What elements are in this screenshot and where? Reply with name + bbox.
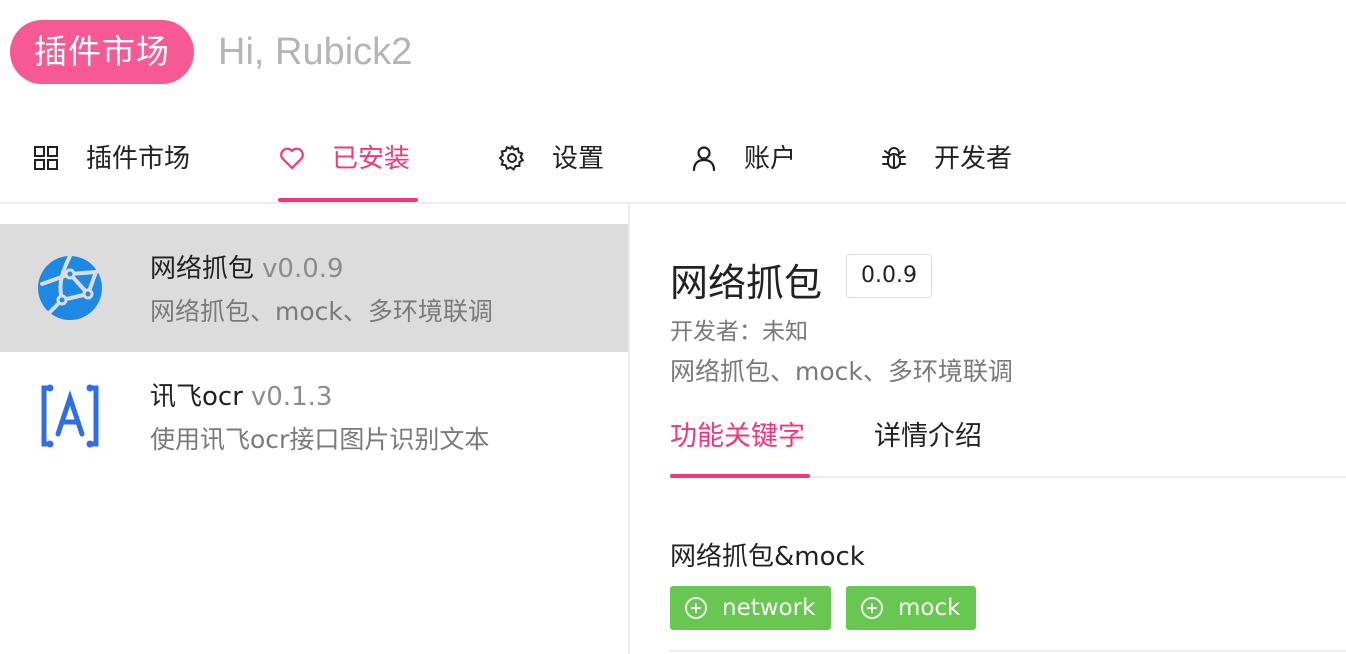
plugin-list-item[interactable]: 网络抓包 v0.0.9 网络抓包、mock、多环境联调: [0, 224, 628, 352]
feature-title: 网络抓包&mock: [670, 542, 865, 572]
plugin-name: 讯飞ocr: [150, 382, 243, 412]
plugin-version: v0.0.9: [262, 254, 344, 284]
keyword-tag-network[interactable]: network: [670, 586, 832, 630]
keyword-label: mock: [898, 595, 961, 621]
keyword-tag-mock[interactable]: mock: [846, 586, 977, 630]
plugin-description: 网络抓包、mock、多环境联调: [150, 297, 493, 326]
plugin-list-item[interactable]: 讯飞ocr v0.1.3 使用讯飞ocr接口图片识别文本: [0, 352, 628, 480]
user-greeting: Hi, Rubick2: [218, 31, 413, 73]
plugin-name: 网络抓包: [150, 254, 255, 284]
tab-details[interactable]: 详情介绍: [874, 414, 982, 453]
heart-icon: [278, 144, 306, 172]
nav-item-settings[interactable]: 设置: [498, 118, 604, 204]
plugin-version: v0.1.3: [250, 382, 333, 412]
active-tab-indicator: [670, 474, 810, 478]
plus-circle-icon: [684, 596, 708, 620]
section-divider: [670, 650, 1346, 652]
gear-icon: [498, 144, 526, 172]
app-logo: 插件市场: [10, 20, 194, 84]
nav-item-installed[interactable]: 已安装: [278, 118, 410, 204]
plugin-detail-title: 网络抓包: [670, 261, 823, 305]
nav-label: 开发者: [934, 144, 1013, 174]
network-globe-icon: [36, 254, 104, 322]
ocr-a-icon: [36, 382, 104, 450]
plugin-detail-pane: 网络抓包 0.0.9 开发者：未知 网络抓包、mock、多环境联调 功能关键字 …: [630, 204, 1346, 654]
nav-item-developer[interactable]: 开发者: [880, 118, 1012, 204]
bug-icon: [880, 144, 908, 172]
nav-label: 已安装: [332, 144, 411, 174]
nav-label: 账户: [744, 144, 797, 174]
app-header: 插件市场 Hi, Rubick2: [0, 0, 1346, 100]
plugin-detail-description: 网络抓包、mock、多环境联调: [670, 357, 1013, 386]
grid-icon: [32, 144, 60, 172]
nav-label: 插件市场: [86, 144, 191, 174]
nav-item-plugin-market[interactable]: 插件市场: [32, 118, 190, 204]
nav-item-account[interactable]: 账户: [690, 118, 796, 204]
tab-keywords[interactable]: 功能关键字: [670, 414, 805, 453]
version-badge: 0.0.9: [846, 254, 932, 298]
installed-plugin-list: 网络抓包v0.0.9 网络抓包、mock、多环境联调 讯飞ocrv0.1.3: [0, 204, 628, 654]
nav-label: 设置: [552, 144, 605, 174]
plugin-description: 使用讯飞ocr接口图片识别文本: [150, 425, 490, 454]
keyword-label: network: [722, 595, 816, 621]
user-icon: [690, 144, 718, 172]
developer-info: 开发者：未知: [670, 319, 808, 345]
top-nav: 插件市场 已安装 设置 账户 开发者: [0, 118, 1346, 204]
plus-circle-icon: [860, 596, 884, 620]
